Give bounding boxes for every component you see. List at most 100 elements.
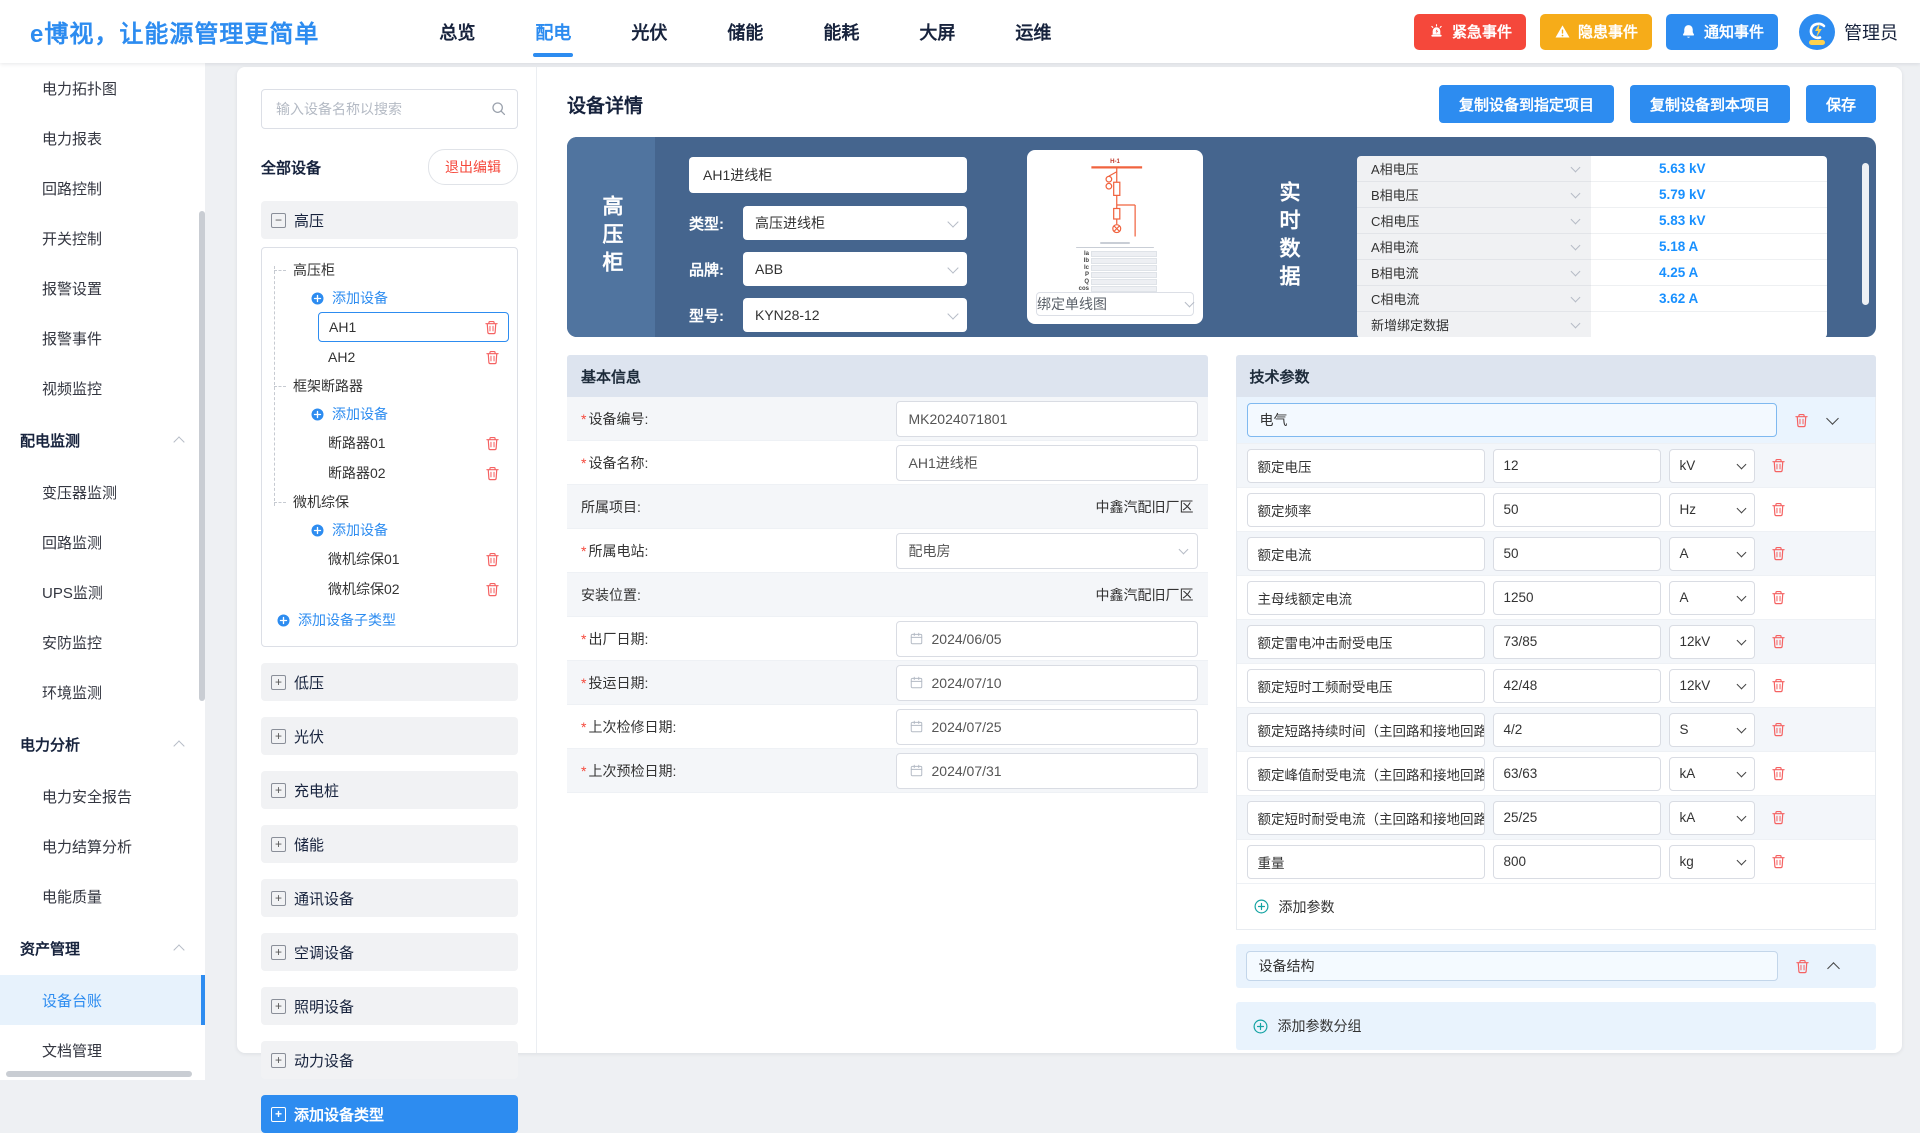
sidebar-item[interactable]: 安防监控 [0, 617, 205, 667]
tree-subtype[interactable]: 高压柜 [274, 256, 509, 284]
tree-group-collapsed[interactable]: + 通讯设备 [261, 879, 518, 917]
hazard-events-button[interactable]: 隐患事件 [1540, 14, 1652, 50]
param-unit-select[interactable]: S [1669, 713, 1755, 747]
param-unit-select[interactable]: kg [1669, 845, 1755, 879]
notice-events-button[interactable]: 通知事件 [1666, 14, 1778, 50]
tree-group-high-voltage[interactable]: − 高压 [261, 201, 518, 239]
param-value-input[interactable]: 42/48 [1493, 669, 1661, 703]
param-name-input[interactable]: 主母线额定电流 [1247, 581, 1485, 615]
realtime-point-select[interactable]: C相电压 [1357, 208, 1591, 234]
sidebar-item[interactable]: 变压器监测 [0, 467, 205, 517]
delete-group-icon[interactable] [1794, 958, 1811, 975]
delete-device-icon[interactable] [483, 319, 500, 336]
param-value-input[interactable]: 4/2 [1493, 713, 1661, 747]
param-unit-select[interactable]: kV [1669, 449, 1755, 483]
tree-device-row[interactable]: 断路器02 [318, 458, 509, 488]
realtime-point-select[interactable]: A相电压 [1357, 156, 1591, 182]
delete-param-icon[interactable] [1770, 457, 1787, 474]
delete-device-icon[interactable] [484, 551, 501, 568]
add-param-button[interactable]: 添加参数 [1237, 883, 1876, 929]
delete-device-icon[interactable] [484, 581, 501, 598]
group-name-input[interactable]: 电气 [1247, 403, 1778, 437]
tree-group-collapsed[interactable]: + 储能 [261, 825, 518, 863]
delete-param-icon[interactable] [1770, 677, 1787, 694]
tree-group-collapsed[interactable]: + 低压 [261, 663, 518, 701]
param-name-input[interactable]: 额定频率 [1247, 493, 1485, 527]
realtime-point-select[interactable]: A相电流 [1357, 234, 1591, 260]
copy-to-project-button[interactable]: 复制设备到指定项目 [1439, 85, 1614, 123]
nav-item[interactable]: 运维 [1013, 0, 1053, 63]
add-device-link[interactable]: 添加设备 [310, 400, 509, 428]
delete-param-icon[interactable] [1770, 809, 1787, 826]
param-unit-select[interactable]: kA [1669, 757, 1755, 791]
nav-item[interactable]: 总览 [437, 0, 477, 63]
tree-device-row[interactable]: 断路器01 [318, 428, 509, 458]
device-type-select[interactable]: 高压进线柜 [743, 206, 967, 240]
param-unit-select[interactable]: A [1669, 537, 1755, 571]
sidebar-item[interactable]: 开关控制 [0, 213, 205, 263]
commission-date-picker[interactable]: 2024/07/10 [896, 665, 1198, 701]
param-name-input[interactable]: 额定短路持续时间（主回路和接地回路） [1247, 713, 1485, 747]
tree-device-row[interactable]: 微机综保02 [318, 574, 509, 604]
param-name-input[interactable]: 额定电压 [1247, 449, 1485, 483]
param-name-input[interactable]: 额定短时耐受电流（主回路和接地回路） [1247, 801, 1485, 835]
tree-device-row[interactable]: AH1 [318, 312, 509, 342]
nav-item[interactable]: 能耗 [821, 0, 861, 63]
sidebar-item[interactable]: UPS监测 [0, 567, 205, 617]
nav-item[interactable]: 大屏 [917, 0, 957, 63]
realtime-point-select[interactable]: C相电流 [1357, 286, 1591, 312]
delete-param-icon[interactable] [1770, 501, 1787, 518]
param-value-input[interactable]: 1250 [1493, 581, 1661, 615]
device-code-input[interactable]: MK2024071801 [896, 401, 1198, 437]
delete-device-icon[interactable] [484, 435, 501, 452]
tree-group-collapsed[interactable]: + 光伏 [261, 717, 518, 755]
search-icon[interactable] [490, 100, 507, 117]
delete-device-icon[interactable] [484, 349, 501, 366]
param-value-input[interactable]: 12 [1493, 449, 1661, 483]
tree-group-collapsed[interactable]: + 空调设备 [261, 933, 518, 971]
sidebar-item-document-management[interactable]: 文档管理 [0, 1025, 205, 1075]
last-maintenance-date-picker[interactable]: 2024/07/25 [896, 709, 1198, 745]
sidebar-item-device-ledger[interactable]: 设备台账 [0, 975, 205, 1025]
nav-item[interactable]: 光伏 [629, 0, 669, 63]
panel-scrollbar[interactable] [1862, 163, 1869, 305]
exit-edit-button[interactable]: 退出编辑 [428, 149, 518, 185]
param-value-input[interactable]: 50 [1493, 493, 1661, 527]
sidebar-item[interactable]: 回路监测 [0, 517, 205, 567]
tree-group-collapsed[interactable]: + 充电桩 [261, 771, 518, 809]
sidebar-horizontal-scrollbar[interactable] [6, 1071, 192, 1077]
add-subtype-link[interactable]: 添加设备子类型 [276, 604, 509, 636]
sidebar-item[interactable]: 报警设置 [0, 263, 205, 313]
add-device-link[interactable]: 添加设备 [310, 516, 509, 544]
add-device-link[interactable]: 添加设备 [310, 284, 509, 312]
param-name-input[interactable]: 重量 [1247, 845, 1485, 879]
param-unit-select[interactable]: A [1669, 581, 1755, 615]
copy-to-this-project-button[interactable]: 复制设备到本项目 [1630, 85, 1790, 123]
realtime-point-select[interactable]: B相电流 [1357, 260, 1591, 286]
tree-device-row[interactable]: AH2 [318, 342, 509, 372]
user-menu[interactable]: 管理员 [1798, 13, 1898, 51]
sidebar-item[interactable]: 电力结算分析 [0, 821, 205, 871]
group-name-input[interactable]: 设备结构 [1246, 951, 1779, 981]
tree-group-collapsed[interactable]: + 动力设备 [261, 1041, 518, 1079]
add-param-group-button[interactable]: 添加参数分组 [1236, 1002, 1877, 1050]
tree-subtype[interactable]: 微机综保 [274, 488, 509, 516]
param-name-input[interactable]: 额定短时工频耐受电压 [1247, 669, 1485, 703]
delete-param-icon[interactable] [1770, 853, 1787, 870]
realtime-point-select[interactable]: 新增绑定数据 [1357, 312, 1591, 337]
sidebar-item[interactable]: 电力报表 [0, 113, 205, 163]
param-unit-select[interactable]: 12kV [1669, 625, 1755, 659]
sidebar-item[interactable]: 电能质量 [0, 871, 205, 921]
param-value-input[interactable]: 73/85 [1493, 625, 1661, 659]
param-value-input[interactable]: 50 [1493, 537, 1661, 571]
param-unit-select[interactable]: 12kV [1669, 669, 1755, 703]
sidebar-vertical-scrollbar[interactable] [199, 211, 205, 701]
param-value-input[interactable]: 800 [1493, 845, 1661, 879]
device-brand-select[interactable]: ABB [743, 252, 967, 286]
param-name-input[interactable]: 额定电流 [1247, 537, 1485, 571]
sidebar-item[interactable]: 电力安全报告 [0, 771, 205, 821]
param-name-input[interactable]: 额定雷电冲击耐受电压 [1247, 625, 1485, 659]
save-button[interactable]: 保存 [1806, 85, 1876, 123]
chevron-down-icon[interactable] [1826, 412, 1839, 425]
station-select[interactable]: 配电房 [896, 533, 1198, 569]
